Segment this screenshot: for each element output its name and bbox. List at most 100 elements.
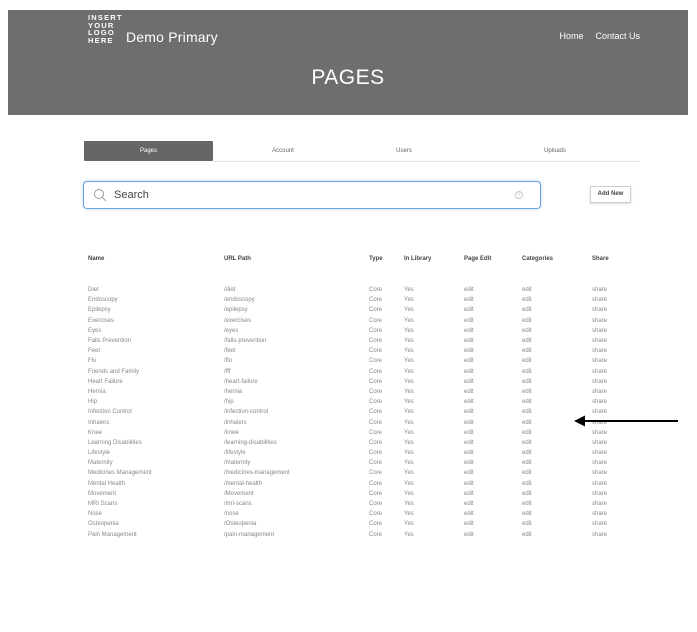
table-row: Pain Management/pain-management Core Yes ed… — [88, 530, 622, 540]
cell-in-library: Yes — [404, 511, 414, 518]
cell-share-link[interactable]: share — [592, 530, 622, 540]
cell-type: Core — [369, 338, 383, 345]
cell-page-edit-link[interactable]: edit — [464, 305, 522, 315]
cell-type: Core — [369, 399, 383, 406]
cell-page-edit-link[interactable]: edit — [464, 285, 522, 295]
cell-page-edit-link[interactable]: edit — [464, 407, 522, 417]
tab-account[interactable]: Account — [248, 141, 318, 161]
cell-url-path: /maternity — [224, 460, 251, 467]
search-input[interactable] — [114, 186, 494, 204]
cell-categories-edit-link[interactable]: edit — [522, 387, 592, 397]
cell-share-link[interactable]: share — [592, 489, 622, 499]
cell-share-link[interactable]: share — [592, 356, 622, 366]
cell-share-link[interactable]: share — [592, 346, 622, 356]
cell-page-edit-link[interactable]: edit — [464, 479, 522, 489]
cell-share-link[interactable]: share — [592, 448, 622, 458]
cell-categories-edit-link[interactable]: edit — [522, 458, 592, 468]
cell-share-link[interactable]: share — [592, 458, 622, 468]
cell-page-edit-link[interactable]: edit — [464, 367, 522, 377]
cell-page-edit-link[interactable]: edit — [464, 519, 522, 529]
cell-page-edit-link[interactable]: edit — [464, 468, 522, 478]
table-header-row: Name URL Path Type In Library Page Edit … — [88, 251, 622, 267]
table-row: Exercises/exercises Core Yes edit edit share — [88, 316, 622, 326]
table-row: Osteopenia/Osteopenia Core Yes edit edit shar… — [88, 519, 622, 529]
cell-categories-edit-link[interactable]: edit — [522, 305, 592, 315]
cell-categories-edit-link[interactable]: edit — [522, 509, 592, 519]
cell-share-link[interactable]: share — [592, 377, 622, 387]
cell-categories-edit-link[interactable]: edit — [522, 448, 592, 458]
logo[interactable]: INSERT YOUR LOGO HERE — [88, 14, 122, 44]
tab-pages[interactable]: Pages — [84, 141, 213, 161]
nav-home-link[interactable]: Home — [559, 31, 583, 41]
cell-categories-edit-link[interactable]: edit — [522, 479, 592, 489]
cell-type: Core — [369, 307, 383, 314]
cell-page-edit-link[interactable]: edit — [464, 397, 522, 407]
cell-categories-edit-link[interactable]: edit — [522, 367, 592, 377]
cell-page-edit-link[interactable]: edit — [464, 428, 522, 438]
cell-type: Core — [369, 470, 383, 477]
cell-categories-edit-link[interactable]: edit — [522, 519, 592, 529]
tab-uploads[interactable]: Uploads — [530, 141, 580, 161]
cell-in-library: Yes — [404, 338, 414, 345]
cell-page-edit-link[interactable]: edit — [464, 295, 522, 305]
cell-categories-edit-link[interactable]: edit — [522, 530, 592, 540]
cell-page-edit-link[interactable]: edit — [464, 489, 522, 499]
cell-share-link[interactable]: share — [592, 397, 622, 407]
cell-page-edit-link[interactable]: edit — [464, 326, 522, 336]
cell-categories-edit-link[interactable]: edit — [522, 489, 592, 499]
cell-share-link[interactable]: share — [592, 285, 622, 295]
cell-categories-edit-link[interactable]: edit — [522, 468, 592, 478]
cell-page-edit-link[interactable]: edit — [464, 509, 522, 519]
cell-share-link[interactable]: share — [592, 305, 622, 315]
cell-share-link[interactable]: share — [592, 336, 622, 346]
cell-in-library: Yes — [404, 327, 414, 334]
cell-share-link[interactable]: share — [592, 519, 622, 529]
cell-share-link[interactable]: share — [592, 316, 622, 326]
cell-share-link[interactable]: share — [592, 326, 622, 336]
cell-categories-edit-link[interactable]: edit — [522, 377, 592, 387]
cell-page-edit-link[interactable]: edit — [464, 448, 522, 458]
cell-categories-edit-link[interactable]: edit — [522, 428, 592, 438]
cell-page-edit-link[interactable]: edit — [464, 417, 522, 427]
cell-page-edit-link[interactable]: edit — [464, 336, 522, 346]
nav-contact-link[interactable]: Contact Us — [595, 31, 640, 41]
cell-name: Falls Prevention — [88, 338, 132, 345]
cell-share-link[interactable]: share — [592, 295, 622, 305]
clear-icon[interactable]: × — [515, 191, 523, 199]
cell-share-link[interactable]: share — [592, 428, 622, 438]
cell-page-edit-link[interactable]: edit — [464, 530, 522, 540]
cell-page-edit-link[interactable]: edit — [464, 499, 522, 509]
cell-categories-edit-link[interactable]: edit — [522, 336, 592, 346]
cell-page-edit-link[interactable]: edit — [464, 346, 522, 356]
table-row: Mental Health/mental-health Core Yes edit ed… — [88, 479, 622, 489]
cell-share-link[interactable]: share — [592, 499, 622, 509]
cell-categories-edit-link[interactable]: edit — [522, 285, 592, 295]
cell-share-link[interactable]: share — [592, 387, 622, 397]
cell-share-link[interactable]: share — [592, 468, 622, 478]
cell-categories-edit-link[interactable]: edit — [522, 326, 592, 336]
cell-categories-edit-link[interactable]: edit — [522, 356, 592, 366]
cell-page-edit-link[interactable]: edit — [464, 316, 522, 326]
cell-categories-edit-link[interactable]: edit — [522, 316, 592, 326]
cell-categories-edit-link[interactable]: edit — [522, 397, 592, 407]
cell-page-edit-link[interactable]: edit — [464, 387, 522, 397]
cell-page-edit-link[interactable]: edit — [464, 438, 522, 448]
cell-categories-edit-link[interactable]: edit — [522, 295, 592, 305]
cell-share-link[interactable]: share — [592, 367, 622, 377]
cell-page-edit-link[interactable]: edit — [464, 377, 522, 387]
cell-type: Core — [369, 429, 383, 436]
cell-name: Movement — [88, 490, 117, 497]
cell-name: Knee — [88, 429, 103, 436]
cell-categories-edit-link[interactable]: edit — [522, 346, 592, 356]
cell-page-edit-link[interactable]: edit — [464, 458, 522, 468]
add-new-button[interactable]: Add New — [590, 186, 631, 203]
cell-page-edit-link[interactable]: edit — [464, 356, 522, 366]
cell-type: Core — [369, 480, 383, 487]
cell-categories-edit-link[interactable]: edit — [522, 438, 592, 448]
cell-categories-edit-link[interactable]: edit — [522, 499, 592, 509]
tab-users[interactable]: Users — [384, 141, 424, 161]
cell-share-link[interactable]: share — [592, 509, 622, 519]
cell-url-path: /knee — [224, 429, 239, 436]
cell-share-link[interactable]: share — [592, 438, 622, 448]
cell-share-link[interactable]: share — [592, 479, 622, 489]
